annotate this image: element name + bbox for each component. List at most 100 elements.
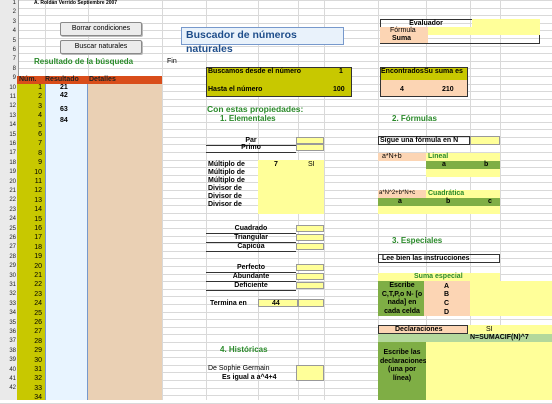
- index-number: 11: [34, 178, 42, 185]
- hasta-value[interactable]: 100: [333, 86, 345, 94]
- row-number[interactable]: 24: [0, 216, 16, 224]
- index-number: 4: [38, 112, 42, 120]
- row-number[interactable]: 32: [0, 291, 16, 299]
- results-title: Resultado de la búsqueda: [34, 57, 134, 66]
- index-number: 13: [34, 196, 42, 204]
- index-number: 31: [34, 366, 42, 373]
- row-number[interactable]: 21: [0, 188, 16, 196]
- sigue-label: Sigue una fórmula en N: [380, 137, 459, 144]
- row-number[interactable]: 22: [0, 197, 16, 205]
- row-number[interactable]: 11: [0, 94, 16, 102]
- declar-inputs[interactable]: [426, 342, 552, 400]
- desde-value[interactable]: 1: [339, 68, 343, 76]
- row-number[interactable]: 6: [0, 47, 16, 55]
- row-number[interactable]: 4: [0, 28, 16, 36]
- row-number[interactable]: 2: [0, 9, 16, 17]
- row-number[interactable]: 13: [0, 113, 16, 121]
- gridline-v: [324, 0, 325, 400]
- results-det-col: [88, 84, 162, 400]
- row-number[interactable]: 40: [0, 367, 16, 375]
- row-number[interactable]: 34: [0, 310, 16, 318]
- row-number[interactable]: 19: [0, 169, 16, 177]
- cuadrado-input[interactable]: [296, 225, 324, 232]
- cuadratica-label: Cuadrática: [428, 190, 465, 197]
- row-number[interactable]: 20: [0, 179, 16, 187]
- row-number[interactable]: 36: [0, 329, 16, 337]
- multiplo-divisor-inputs[interactable]: [258, 160, 298, 214]
- row-number[interactable]: 33: [0, 301, 16, 309]
- primo-input[interactable]: [296, 144, 324, 151]
- abundante-input[interactable]: [296, 273, 324, 280]
- row-number[interactable]: 14: [0, 122, 16, 130]
- termina-extra[interactable]: [298, 299, 324, 307]
- col-resultado: Resultado: [45, 76, 79, 83]
- termina-value[interactable]: 44: [272, 300, 280, 308]
- perfecto-label: Perfecto: [206, 264, 296, 273]
- index-number: 29: [34, 347, 42, 355]
- row-number[interactable]: 7: [0, 56, 16, 64]
- row-number[interactable]: 31: [0, 282, 16, 290]
- declar-formula: N=SUMACIF(N)^7: [470, 334, 529, 341]
- row-number[interactable]: 38: [0, 348, 16, 356]
- borrar-condiciones-button[interactable]: Borrar condiciones: [60, 22, 142, 36]
- divisor-label: Divisor de: [208, 185, 242, 192]
- index-number: 20: [34, 262, 42, 270]
- capicua-input[interactable]: [296, 243, 324, 250]
- row-number[interactable]: 23: [0, 207, 16, 215]
- result-value: 42: [60, 92, 68, 99]
- multiplo-label: Múltiplo de: [208, 177, 245, 184]
- row-number[interactable]: 17: [0, 150, 16, 158]
- row-number[interactable]: 12: [0, 103, 16, 111]
- row-number[interactable]: 18: [0, 160, 16, 168]
- row-number[interactable]: 39: [0, 357, 16, 365]
- row-number[interactable]: 42: [0, 385, 16, 393]
- author-note: A. Roldán Verrido Septiembre 2007: [34, 0, 118, 6]
- declar-si-cell[interactable]: [468, 325, 552, 334]
- perfecto-input[interactable]: [296, 264, 324, 271]
- index-number: 27: [34, 328, 42, 336]
- row-number[interactable]: 15: [0, 132, 16, 140]
- index-number: 5: [38, 121, 42, 129]
- row-number[interactable]: 41: [0, 376, 16, 384]
- desde-label: Buscamos desde el número: [208, 68, 301, 75]
- formula-input[interactable]: [428, 27, 540, 35]
- multiplo-label: Múltiplo de: [208, 161, 245, 168]
- buscar-naturales-button[interactable]: Buscar naturales: [60, 40, 142, 54]
- sophie-input[interactable]: [296, 365, 324, 381]
- row-number[interactable]: 26: [0, 235, 16, 243]
- triangular-label: Triangular: [206, 234, 296, 243]
- cuad-c: c: [488, 198, 492, 205]
- row-number[interactable]: 1: [0, 0, 16, 8]
- row-number[interactable]: 29: [0, 263, 16, 271]
- row-number[interactable]: 9: [0, 75, 16, 83]
- triangular-input[interactable]: [296, 234, 324, 241]
- row-number[interactable]: 8: [0, 66, 16, 74]
- formulas-title: 2. Fórmulas: [392, 114, 437, 123]
- row-number[interactable]: 5: [0, 38, 16, 46]
- row-number[interactable]: 16: [0, 141, 16, 149]
- elementales-title: 1. Elementales: [220, 114, 276, 123]
- encontrados-value: 4: [400, 86, 404, 93]
- declar-title: Declaraciones: [395, 326, 443, 333]
- row-number[interactable]: 25: [0, 226, 16, 234]
- row-number[interactable]: 3: [0, 19, 16, 27]
- escribe-label: Escribe C,T,P,o N- [o nada] en cada celd…: [381, 282, 423, 315]
- cuad-inputs[interactable]: [378, 206, 500, 214]
- row-number[interactable]: 30: [0, 273, 16, 281]
- sigue-input[interactable]: [470, 136, 500, 145]
- hasta-label: Hasta el número: [208, 86, 263, 93]
- par-input[interactable]: [296, 137, 324, 144]
- declar-si: SI: [486, 326, 493, 333]
- deficiente-input[interactable]: [296, 282, 324, 289]
- lineal-b: b: [484, 161, 489, 168]
- row-number[interactable]: 28: [0, 254, 16, 262]
- row-number[interactable]: 37: [0, 338, 16, 346]
- row-number[interactable]: 27: [0, 244, 16, 252]
- termina-label: Termina en: [210, 300, 247, 307]
- evaluador-input[interactable]: [472, 19, 540, 27]
- multiplo-value[interactable]: 7: [274, 161, 278, 169]
- row-number[interactable]: 10: [0, 85, 16, 93]
- row-number[interactable]: 35: [0, 320, 16, 328]
- especiales-inputs[interactable]: [470, 281, 552, 316]
- lineal-inputs[interactable]: [426, 169, 500, 177]
